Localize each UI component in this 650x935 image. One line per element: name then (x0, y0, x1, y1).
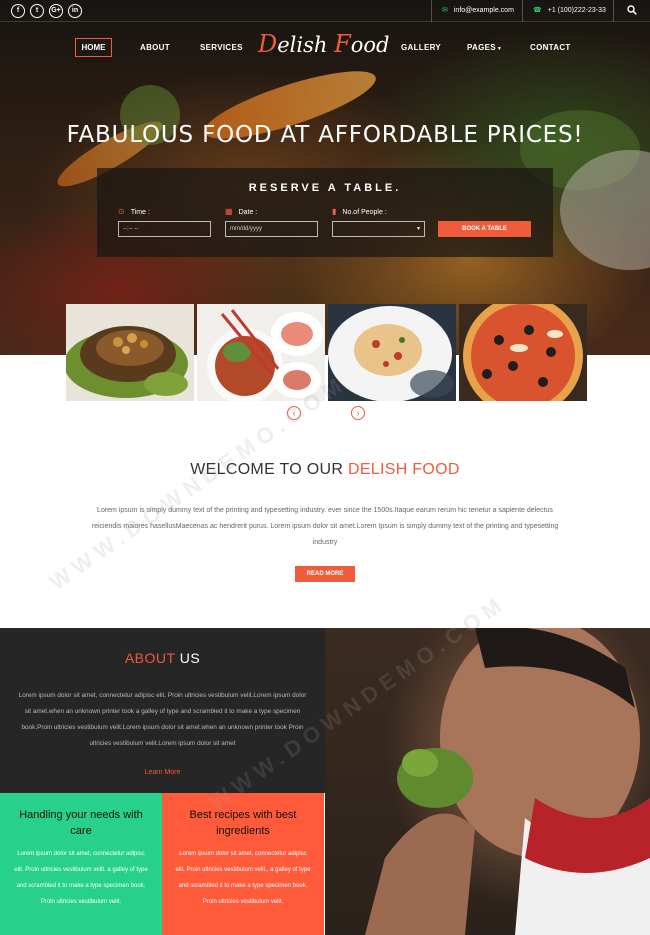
search-icon[interactable] (627, 5, 637, 15)
feature-card-care: Handling your needs with care Lorem ipsu… (0, 793, 162, 935)
twitter-icon[interactable]: t (30, 4, 44, 18)
feature-card-title: Handling your needs with care (19, 809, 143, 837)
feature-card-recipes: Best recipes with best ingredients Lorem… (162, 793, 324, 935)
watermark: WWW.DOWNDEMO.COM (44, 370, 351, 596)
people-label: ▮ No.of People : (332, 207, 387, 216)
hero-banner: f t G+ in ✉ info@example.com ☎ +1 (100)222… (0, 0, 650, 355)
gallery-image-grilled-chicken[interactable] (66, 304, 194, 401)
about-title: ABOUT US (124, 650, 201, 666)
clock-icon: ⊙ (118, 207, 125, 216)
gallery-image-noodle-bowl[interactable] (197, 304, 325, 401)
nav-home[interactable]: HOME (75, 38, 112, 57)
feature-card-title: Best recipes with best ingredients (189, 809, 297, 837)
people-select[interactable]: ▾ (332, 221, 425, 237)
envelope-icon: ✉ (442, 7, 448, 14)
phone-icon: ☎ (533, 7, 542, 14)
linkedin-icon[interactable]: in (68, 4, 82, 18)
nav-contact[interactable]: CONTACT (530, 43, 571, 52)
site-logo[interactable]: Delish Food (258, 30, 389, 60)
book-table-button[interactable]: BOOK A TABLE (438, 221, 531, 237)
nav-about[interactable]: ABOUT (140, 43, 170, 52)
gallery-next-button[interactable]: › (351, 406, 365, 420)
calendar-icon: ▦ (225, 207, 233, 216)
nav-gallery[interactable]: GALLERY (401, 43, 441, 52)
google-plus-icon[interactable]: G+ (49, 4, 63, 18)
top-bar: f t G+ in ✉ info@example.com ☎ +1 (100)222… (0, 0, 650, 22)
read-more-button[interactable]: READ MORE (295, 566, 355, 582)
nav-pages[interactable]: PAGES▼ (467, 43, 502, 52)
chevron-down-icon: ▾ (416, 226, 420, 232)
time-input[interactable]: --:-- -- (118, 221, 211, 237)
facebook-icon[interactable]: f (11, 4, 25, 18)
welcome-title: WELCOME TO OUR DELISH FOOD (190, 461, 460, 478)
hero-title: FABULOUS FOOD AT AFFORDABLE PRICES! (66, 122, 584, 148)
nav-services[interactable]: SERVICES (200, 43, 243, 52)
about-text: Lorem ipsum dolor sit amet, connectetur … (18, 692, 307, 747)
phone-contact: ☎ +1 (100)222-23-33 (533, 7, 606, 14)
feature-card-text: Lorem ipsum dolor sit amet, connectetur … (175, 851, 311, 905)
feature-card-text: Lorem ipsum dolor sit amet, connectetur … (14, 851, 148, 905)
reserve-title: RESERVE A TABLE. (248, 182, 402, 194)
email-contact[interactable]: ✉ info@example.com (442, 0, 514, 22)
date-input[interactable]: mm/dd/yyyy (225, 221, 318, 237)
caret-down-icon: ▼ (496, 46, 503, 52)
date-label: ▦ Date : (225, 207, 258, 216)
gallery-image-pizza[interactable] (459, 304, 587, 401)
chef-image (325, 628, 650, 935)
users-icon: ▮ (332, 207, 337, 216)
reserve-form: RESERVE A TABLE. ⊙ Time : ▦ Date : ▮ No.of … (97, 168, 553, 257)
time-label: ⊙ Time : (118, 207, 150, 216)
chevron-right-icon: › (356, 408, 360, 418)
